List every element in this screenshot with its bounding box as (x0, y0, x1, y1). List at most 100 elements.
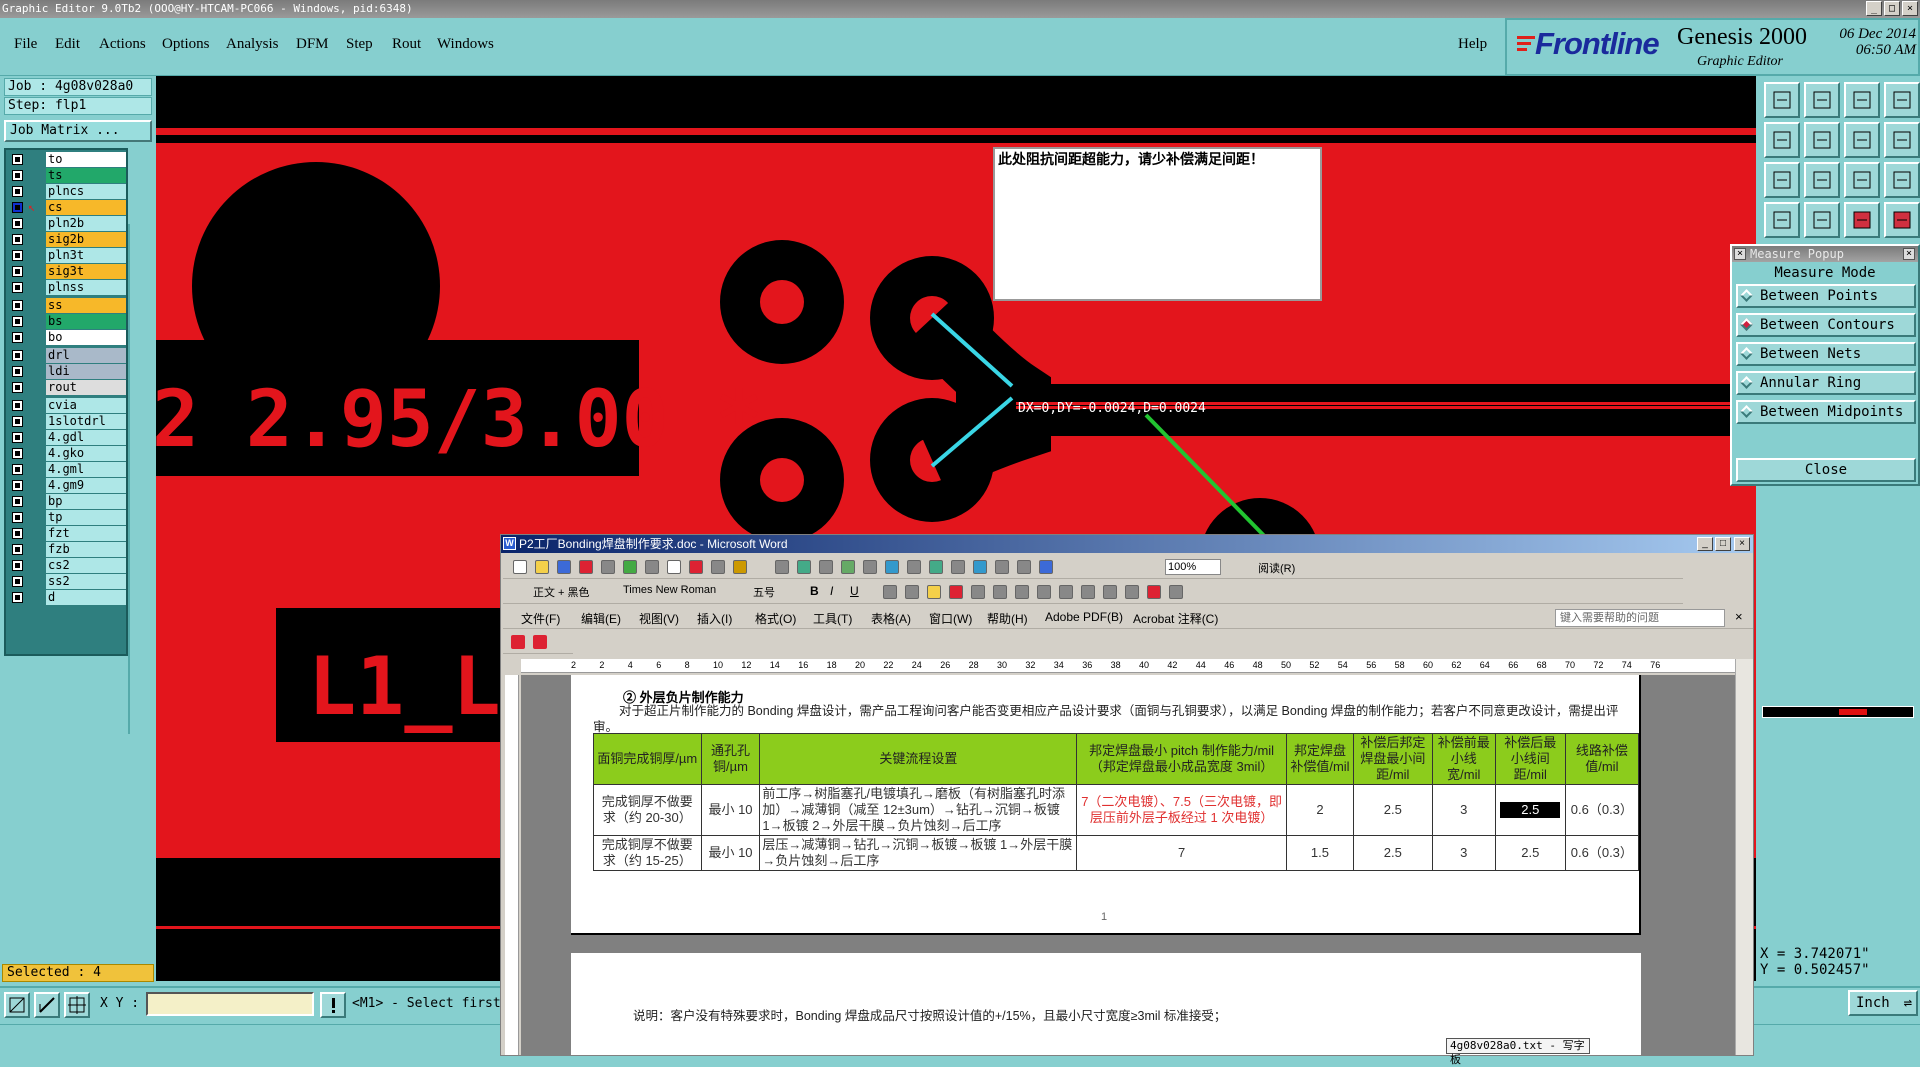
layer-row-cvia[interactable]: cvia (10, 398, 126, 413)
italic-button[interactable]: I (830, 584, 833, 598)
xy-input[interactable] (146, 992, 314, 1016)
layer-row-cs2[interactable]: cs2 (10, 558, 126, 573)
toolbar-button-5-icon[interactable] (623, 560, 637, 574)
layer-name[interactable]: 4.gko (46, 446, 126, 461)
format-button-0-icon[interactable] (883, 585, 897, 599)
layer-up-button[interactable] (1764, 82, 1800, 118)
format-button-9-icon[interactable] (1081, 585, 1095, 599)
close-button[interactable]: × (1902, 1, 1918, 16)
layer-name[interactable]: drl (46, 348, 126, 363)
layer-row-4.gml[interactable]: 4.gml (10, 462, 126, 477)
layer-checkbox[interactable] (12, 250, 23, 261)
layer-checkbox[interactable] (12, 592, 23, 603)
format-button-10-icon[interactable] (1103, 585, 1117, 599)
format-button-7-icon[interactable] (1037, 585, 1051, 599)
units-button[interactable]: Inch ⇌ (1848, 990, 1918, 1016)
measure-close-button[interactable]: Close (1736, 458, 1916, 482)
layer-row-pln2b[interactable]: pln2b (10, 216, 126, 231)
menu-step[interactable]: Step (346, 36, 373, 53)
format-button-2-icon[interactable] (927, 585, 941, 599)
home-button[interactable] (1844, 82, 1880, 118)
layer-down-button[interactable] (1804, 82, 1840, 118)
layer-checkbox[interactable] (12, 218, 23, 229)
word-maximize-button[interactable]: □ (1715, 537, 1731, 551)
format-button-4-icon[interactable] (971, 585, 985, 599)
word-minimize-button[interactable]: _ (1697, 537, 1713, 551)
font-select[interactable]: Times New Roman (623, 584, 716, 596)
measure-tool-button[interactable] (34, 992, 60, 1018)
menu-file[interactable]: File (14, 36, 37, 53)
grid-tool-button[interactable] (64, 992, 90, 1018)
font-size-select[interactable]: 五号 (753, 584, 775, 600)
toolbar-button-12-icon[interactable] (797, 560, 811, 574)
layer-checkbox[interactable] (12, 300, 23, 311)
popup-menu-icon[interactable]: × (1734, 248, 1746, 260)
layer-row-ldi[interactable]: ldi (10, 364, 126, 379)
layer-name[interactable]: pln2b (46, 216, 126, 231)
horizontal-ruler[interactable]: 2 2 4 6 8 10 12 14 16 18 20 22 24 26 28 30 32 34 36 38 40 42 4… (521, 659, 1735, 673)
word-menu-adobe-pdf[interactable]: Adobe PDF(B) (1045, 610, 1123, 624)
job-matrix-button[interactable]: Job Matrix ... (4, 120, 152, 142)
window-button[interactable] (1884, 82, 1920, 118)
layer-name[interactable]: tp (46, 510, 126, 525)
format-button-8-icon[interactable] (1059, 585, 1073, 599)
layer-checkbox[interactable] (12, 528, 23, 539)
info-button[interactable] (320, 992, 346, 1018)
layer-checkbox[interactable] (12, 282, 23, 293)
option-between-nets[interactable]: Between Nets (1736, 342, 1916, 366)
format-button-1-icon[interactable] (905, 585, 919, 599)
undo-view-button[interactable] (1844, 122, 1880, 158)
toolbar-button-1-icon[interactable] (535, 560, 549, 574)
help-search-box[interactable]: 键入需要帮助的问题 (1555, 609, 1725, 627)
layer-row-4.gdl[interactable]: 4.gdl (10, 430, 126, 445)
word-menu-format[interactable]: 格式(O) (755, 610, 796, 627)
word-menu-view[interactable]: 视图(V) (639, 610, 679, 627)
toolbar-button-22-icon[interactable] (1017, 560, 1031, 574)
redo-view-button[interactable] (1884, 122, 1920, 158)
layer-checkbox[interactable] (12, 332, 23, 343)
layer-name[interactable]: ss (46, 298, 126, 313)
layer-name[interactable]: cs2 (46, 558, 126, 573)
toolbar-button-11-icon[interactable] (775, 560, 789, 574)
option-annular-ring[interactable]: Annular Ring (1736, 371, 1916, 395)
document-area[interactable]: ② 外层负片制作能力 对于超正片制作能力的 Bonding 焊盘设计，需产品工程… (521, 675, 1735, 1055)
snap-blue-button[interactable] (1884, 202, 1920, 238)
word-menu-help[interactable]: 帮助(H) (987, 610, 1028, 627)
snap-red-button[interactable] (1844, 202, 1880, 238)
layer-row-sig2b[interactable]: sig2b (10, 232, 126, 247)
format-button-13-icon[interactable] (1169, 585, 1183, 599)
help-button[interactable] (1884, 162, 1920, 198)
layer-row-d[interactable]: d (10, 590, 126, 605)
layer-row-ts[interactable]: ts (10, 168, 126, 183)
toolbar-button-21-icon[interactable] (995, 560, 1009, 574)
layer-name[interactable]: bo (46, 330, 126, 345)
layer-checkbox[interactable] (12, 560, 23, 571)
layer-name[interactable]: cvia (46, 398, 126, 413)
menu-help[interactable]: Help (1458, 36, 1487, 53)
layer-name[interactable]: cs (46, 200, 126, 215)
pan-left-button[interactable] (1764, 122, 1800, 158)
reading-mode-button[interactable]: 阅读(R) (1258, 560, 1295, 576)
zoom-fit-button[interactable] (1764, 162, 1800, 198)
layer-row-fzb[interactable]: fzb (10, 542, 126, 557)
layer-name[interactable]: bp (46, 494, 126, 509)
layer-checkbox[interactable] (12, 382, 23, 393)
style-select[interactable]: 正文 + 黑色 (533, 584, 590, 600)
option-between-contours[interactable]: Between Contours (1736, 313, 1916, 337)
layer-row-bp[interactable]: bp (10, 494, 126, 509)
layer-row-bs[interactable]: bs (10, 314, 126, 329)
layer-row-bo[interactable]: bo (10, 330, 126, 345)
layer-name[interactable]: to (46, 152, 126, 167)
layer-row-sig3t[interactable]: sig3t (10, 264, 126, 279)
toolbar-button-4-icon[interactable] (601, 560, 615, 574)
word-menu-table[interactable]: 表格(A) (871, 610, 911, 627)
layer-name[interactable]: fzt (46, 526, 126, 541)
layer-checkbox[interactable] (12, 170, 23, 181)
toolbar-button-2-icon[interactable] (557, 560, 571, 574)
layer-checkbox[interactable] (12, 432, 23, 443)
layer-row-rout[interactable]: rout (10, 380, 126, 395)
layer-name[interactable]: 1slotdrl (46, 414, 126, 429)
layer-checkbox[interactable] (12, 480, 23, 491)
layer-name[interactable]: bs (46, 314, 126, 329)
layer-row-plncs[interactable]: plncs (10, 184, 126, 199)
